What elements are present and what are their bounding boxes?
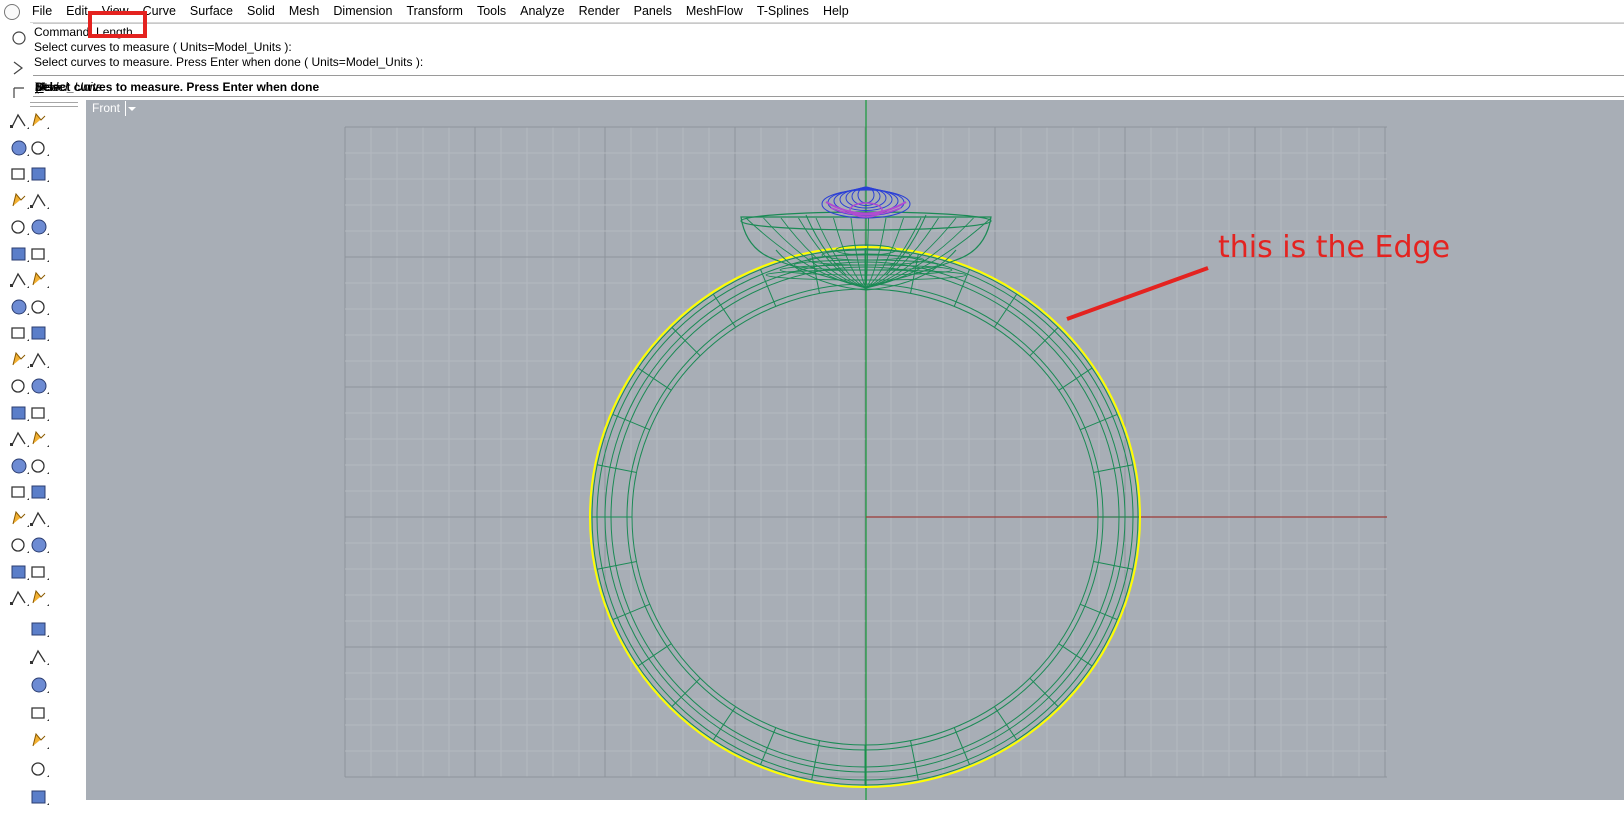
toolbar-separator — [30, 102, 78, 107]
boolean-icon[interactable] — [28, 561, 50, 583]
gear-icon[interactable] — [8, 322, 30, 344]
viewport-canvas[interactable] — [86, 100, 1624, 800]
menu-item-solid[interactable]: Solid — [240, 0, 282, 22]
command-history-line-3: Select curves to measure. Press Enter wh… — [34, 55, 424, 69]
trim-icon[interactable] — [8, 375, 30, 397]
split-icon[interactable] — [8, 402, 30, 424]
annotation-label: this is the Edge — [1218, 230, 1451, 265]
line-icon[interactable] — [8, 137, 30, 159]
viewport-tab[interactable]: Front — [86, 100, 137, 117]
sphere-icon[interactable] — [8, 243, 30, 265]
solid-box-icon[interactable] — [28, 428, 50, 450]
select-icon[interactable] — [28, 110, 50, 132]
menu-item-help[interactable]: Help — [816, 0, 856, 22]
join-icon[interactable] — [8, 428, 30, 450]
cap-icon[interactable] — [28, 618, 50, 640]
menu-item-file[interactable]: File — [25, 0, 59, 22]
scale-icon[interactable] — [8, 561, 30, 583]
ellipse-icon[interactable] — [28, 243, 50, 265]
menu-item-transform[interactable]: Transform — [399, 0, 470, 22]
menu-item-meshflow[interactable]: MeshFlow — [679, 0, 750, 22]
fillet-icon[interactable] — [28, 349, 50, 371]
menu-item-surface[interactable]: Surface — [183, 0, 240, 22]
app-icon[interactable] — [4, 4, 20, 20]
rotate-icon[interactable] — [8, 481, 30, 503]
group-icon[interactable] — [8, 455, 30, 477]
command-prompt-input[interactable]: Select curves to measure. Press Enter wh… — [33, 75, 1624, 97]
command-left-toolstrip — [0, 22, 30, 98]
menu-item-panels[interactable]: Panels — [627, 0, 679, 22]
extrude-surface-icon[interactable] — [28, 587, 50, 609]
status-area — [86, 800, 1624, 836]
menu-item-dimension[interactable]: Dimension — [326, 0, 399, 22]
surface-icon[interactable] — [8, 296, 30, 318]
polyline-icon[interactable] — [28, 163, 50, 185]
snap-icon[interactable] — [8, 587, 30, 609]
rectangle-tool-icon[interactable] — [28, 296, 50, 318]
viewport-menu-dropdown-icon[interactable] — [125, 101, 137, 116]
text-icon[interactable] — [8, 508, 30, 530]
menu-item-tools[interactable]: Tools — [470, 0, 513, 22]
menu-item-analyze[interactable]: Analyze — [513, 0, 571, 22]
solid-sphere-icon[interactable] — [28, 455, 50, 477]
left-toolbar — [0, 98, 86, 836]
polyline-tool-icon[interactable] — [13, 61, 23, 75]
curve-from-surface-icon[interactable] — [28, 702, 50, 724]
command-area: Command: Length Select curves to measure… — [33, 23, 1624, 99]
plane-icon[interactable] — [28, 508, 50, 530]
sweep-icon[interactable] — [8, 163, 30, 185]
annotation-highlight-box — [88, 11, 147, 38]
menu-item-t-splines[interactable]: T-Splines — [750, 0, 816, 22]
boolean-split-icon[interactable] — [28, 674, 50, 696]
offset-curve-icon[interactable] — [28, 730, 50, 752]
circle-tool-icon[interactable] — [12, 31, 26, 45]
extrude-icon[interactable] — [8, 269, 30, 291]
command-history-line-2: Select curves to measure ( Units=Model_U… — [34, 40, 292, 54]
settings-gear-icon[interactable] — [28, 534, 50, 556]
arc-tool-icon[interactable] — [28, 269, 50, 291]
surface-patch-icon[interactable] — [28, 375, 50, 397]
boolean-union-icon[interactable] — [28, 646, 50, 668]
single-point-icon[interactable] — [28, 137, 50, 159]
explode-icon[interactable] — [8, 349, 30, 371]
menu-items: File Edit View Curve Surface Solid Mesh Dimensi… — [25, 0, 856, 22]
rectangle-tool-icon[interactable] — [13, 87, 24, 98]
viewport-title[interactable]: Front — [86, 100, 125, 117]
box-icon[interactable] — [8, 216, 30, 238]
point-icon[interactable] — [8, 110, 30, 132]
circle-tool-icon[interactable] — [28, 216, 50, 238]
dimension-icon[interactable] — [8, 534, 30, 556]
menu-item-render[interactable]: Render — [572, 0, 627, 22]
menu-bar: File Edit View Curve Surface Solid Mesh Dimensi… — [0, 0, 1624, 23]
array-icon[interactable] — [28, 786, 50, 808]
loft-icon[interactable] — [8, 190, 30, 212]
menu-item-mesh[interactable]: Mesh — [282, 0, 327, 22]
revolve-icon[interactable] — [28, 402, 50, 424]
curve-tool-icon[interactable] — [28, 190, 50, 212]
polygon-icon[interactable] — [28, 322, 50, 344]
front-viewport[interactable]: Front — [86, 100, 1624, 800]
cylinder-icon[interactable] — [28, 481, 50, 503]
text-object-icon[interactable] — [28, 758, 50, 780]
